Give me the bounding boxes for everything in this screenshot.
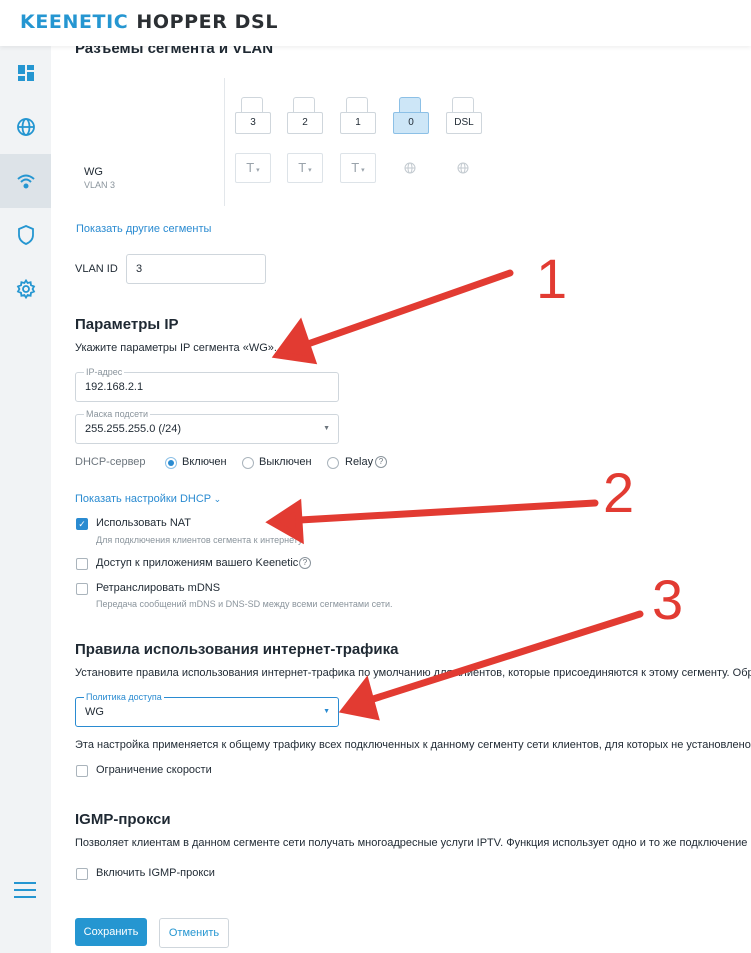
port-3-tag-select[interactable]: T ▾ (235, 153, 271, 183)
show-dhcp-settings-label: Показать настройки DHCP (75, 493, 212, 505)
segment-vlan-caption: VLAN 3 (84, 180, 116, 190)
ip-section-title: Параметры IP (75, 316, 179, 333)
wifi-icon (16, 174, 35, 189)
ip-address-value: 192.168.2.1 (85, 381, 144, 393)
subnet-mask-value: 255.255.255.0 (/24) (85, 423, 182, 435)
port-label: DSL (446, 112, 482, 134)
ip-section-description: Укажите параметры IP сегмента «WG». (75, 342, 277, 354)
port-label: 1 (340, 112, 376, 134)
port-1[interactable]: 1 (340, 97, 376, 134)
ethernet-port-icon (452, 97, 474, 112)
annotation-number-3: 3 (652, 568, 684, 631)
save-button[interactable]: Сохранить (75, 918, 147, 946)
port-2[interactable]: 2 (287, 97, 323, 134)
segment-name: WG (84, 166, 103, 178)
port-0[interactable]: 0 (393, 97, 429, 134)
igmp-enable-label: Включить IGMP-прокси (96, 867, 215, 879)
dhcp-off-label: Выключен (259, 456, 312, 468)
port-dsl[interactable]: DSL (446, 97, 482, 134)
chevron-down-icon: ▼ (323, 708, 330, 715)
check-icon: ✓ (78, 519, 86, 529)
mdns-checkbox[interactable] (76, 583, 88, 595)
speed-limit-checkbox[interactable] (76, 765, 88, 777)
ethernet-port-icon (293, 97, 315, 112)
dhcp-server-label: DHCP-сервер (75, 456, 146, 468)
gear-icon (16, 279, 35, 299)
traffic-note: Эта настройка применяется к общему трафи… (75, 739, 751, 751)
igmp-section-description: Позволяет клиентам в данном сегменте сет… (75, 837, 751, 849)
igmp-section-title: IGMP-прокси (75, 811, 171, 828)
vlan-id-input[interactable]: 3 (126, 254, 266, 284)
subnet-mask-label: Маска подсети (84, 409, 151, 419)
footer-bar: Сохранить Отменить (51, 908, 751, 953)
sidebar-item-internet[interactable] (0, 100, 51, 154)
traffic-section-description: Установите правила использования интерне… (75, 667, 751, 679)
port-label: 0 (393, 112, 429, 134)
subnet-mask-select[interactable]: Маска подсети 255.255.255.0 (/24) ▼ (75, 409, 339, 444)
brand-logo[interactable]: KEENETIC HOPPER DSL (20, 11, 278, 33)
dashboard-icon (17, 65, 34, 81)
sidebar-item-security[interactable] (0, 208, 51, 262)
brand-model: HOPPER DSL (136, 11, 279, 33)
annotation-number-2: 2 (603, 461, 635, 524)
globe-icon (404, 162, 416, 174)
sidebar (0, 46, 51, 953)
help-icon[interactable]: ? (375, 456, 387, 468)
port-2-tag-select[interactable]: T ▾ (287, 153, 323, 183)
port-1-tag-select[interactable]: T ▾ (340, 153, 376, 183)
speed-limit-label: Ограничение скорости (96, 764, 212, 776)
vlan-id-value: 3 (136, 263, 143, 275)
igmp-enable-checkbox[interactable] (76, 868, 88, 880)
dhcp-relay-radio[interactable] (327, 457, 339, 469)
sidebar-item-wifi[interactable] (0, 154, 51, 208)
top-bar: KEENETIC HOPPER DSL (0, 0, 751, 46)
chevron-down-icon: ▼ (323, 425, 330, 432)
sidebar-item-dashboard[interactable] (0, 46, 51, 100)
use-nat-checkbox[interactable]: ✓ (76, 518, 88, 530)
chevron-down-icon: ▾ (306, 167, 312, 174)
mdns-label: Ретранслировать mDNS (96, 582, 221, 594)
show-dhcp-settings-link[interactable]: Показать настройки DHCP ⌄ (75, 493, 221, 505)
app-access-label: Доступ к приложениям вашего Keenetic (96, 557, 299, 569)
access-policy-label: Политика доступа (84, 692, 164, 702)
vlan-id-label: VLAN ID (75, 263, 118, 275)
chevron-down-icon: ▾ (359, 167, 365, 174)
sidebar-item-settings[interactable] (0, 262, 51, 316)
ip-address-label: IP-адрес (84, 367, 125, 377)
traffic-section-title: Правила использования интернет-трафика (75, 641, 399, 658)
mdns-hint: Передача сообщений mDNS и DNS-SD между в… (96, 599, 393, 609)
access-policy-value: WG (85, 706, 104, 718)
ethernet-port-icon (399, 97, 421, 112)
show-other-segments-link[interactable]: Показать другие сегменты (76, 223, 211, 235)
brand-keenetic: KEENETIC (20, 11, 129, 33)
cancel-button[interactable]: Отменить (159, 918, 229, 948)
app-access-checkbox[interactable] (76, 558, 88, 570)
menu-icon[interactable] (14, 882, 36, 898)
dhcp-off-radio[interactable] (242, 457, 254, 469)
ethernet-port-icon (346, 97, 368, 112)
help-icon[interactable]: ? (299, 557, 311, 569)
use-nat-hint: Для подключения клиентов сегмента к инте… (96, 535, 305, 545)
dhcp-on-label: Включен (182, 456, 227, 468)
port-label: 2 (287, 112, 323, 134)
globe-icon (457, 162, 469, 174)
main-content: Разъемы сегмента и VLAN WG VLAN 3 3 2 1 … (51, 0, 751, 953)
ip-address-field[interactable]: IP-адрес 192.168.2.1 (75, 367, 339, 402)
access-policy-select[interactable]: Политика доступа WG ▼ (75, 692, 339, 727)
dhcp-on-radio[interactable] (165, 457, 177, 469)
globe-icon (16, 118, 35, 136)
ethernet-port-icon (241, 97, 263, 112)
shield-icon (17, 225, 34, 245)
divider (224, 78, 225, 206)
chevron-down-icon: ▾ (254, 167, 260, 174)
port-3[interactable]: 3 (235, 97, 271, 134)
chevron-down-icon: ⌄ (211, 494, 222, 504)
annotation-number-1: 1 (536, 247, 568, 310)
dhcp-relay-label: Relay (345, 456, 374, 468)
port-label: 3 (235, 112, 271, 134)
use-nat-label: Использовать NAT (96, 517, 192, 529)
